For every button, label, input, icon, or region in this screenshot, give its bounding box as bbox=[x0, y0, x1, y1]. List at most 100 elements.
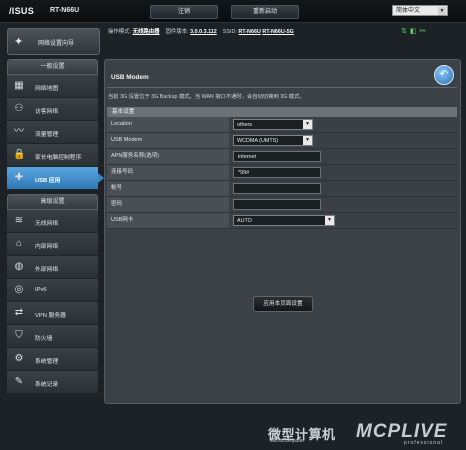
usb-modem-value: WCDMA (UMTS) bbox=[237, 138, 279, 144]
section-header: 基本设置 bbox=[107, 107, 457, 117]
log-icon: ✎ bbox=[14, 376, 24, 387]
ipv6-icon: ◎ bbox=[14, 284, 24, 295]
apn-input[interactable]: internet bbox=[233, 151, 321, 162]
table-row-apn: APN服务名称(选项) internet bbox=[107, 149, 457, 165]
table-row-usb-modem: USB Modem WCDMA (UMTS) ▼ bbox=[107, 133, 457, 149]
sidebar-item-label: 系统管理 bbox=[35, 359, 59, 365]
general-section-header: 一般设置 bbox=[7, 59, 98, 75]
usb-adapter-value: AUTO bbox=[237, 218, 252, 224]
sidebar-item-label: 流量管理 bbox=[35, 132, 59, 138]
sidebar-item-vpn[interactable]: ⇄ VPN 服务器 bbox=[7, 302, 98, 325]
chevron-down-icon: ▼ bbox=[303, 120, 312, 129]
table-row-password: 密码 bbox=[107, 197, 457, 213]
usb-modem-label: USB Modem bbox=[107, 133, 229, 148]
quick-setup-button[interactable]: ✦ 网络设置向导 bbox=[7, 28, 100, 55]
ssid-value-2[interactable]: RT-N66U-5G bbox=[262, 29, 293, 35]
lock-icon: 🔒 bbox=[13, 149, 26, 160]
location-label: Location bbox=[107, 117, 229, 132]
sidebar-item-administration[interactable]: ⚙ 系统管理 bbox=[7, 348, 98, 371]
home-icon: ⌂ bbox=[15, 238, 23, 249]
sidebar-item-lan[interactable]: ⌂ 内部网络 bbox=[7, 233, 98, 256]
dial-number-input[interactable]: *99# bbox=[233, 167, 321, 178]
usb-adapter-select[interactable]: AUTO ▼ bbox=[233, 215, 335, 226]
sidebar-item-label: 家长电脑控制程序 bbox=[35, 155, 82, 161]
traffic-icon: 〰 bbox=[14, 126, 24, 137]
dial-number-label: 连接号码 bbox=[107, 165, 229, 180]
language-select[interactable]: 简体中文 ▼ bbox=[392, 5, 448, 16]
network-status-icon[interactable]: ⇅ bbox=[401, 28, 410, 35]
vpn-icon: ⇄ bbox=[14, 307, 24, 318]
brand-logo: /ISUS bbox=[9, 6, 35, 16]
puzzle-icon: ✚ bbox=[14, 172, 24, 183]
status-icons: ⇅◧⚯ bbox=[401, 27, 428, 35]
password-input[interactable] bbox=[233, 199, 321, 210]
advanced-section-header: 高级设置 bbox=[7, 194, 98, 210]
back-button[interactable]: ↶ bbox=[434, 65, 454, 85]
apply-button[interactable]: 应用本页面设置 bbox=[253, 296, 313, 312]
location-value: others bbox=[237, 122, 252, 128]
table-row-location: Location others ▼ bbox=[107, 117, 457, 133]
usb-modem-select[interactable]: WCDMA (UMTS) ▼ bbox=[233, 135, 313, 146]
usb-status-icon[interactable]: ⚯ bbox=[420, 28, 429, 35]
firmware-value[interactable]: 3.0.0.3.112 bbox=[190, 29, 217, 35]
main-panel: USB Modem ↶ 当前 3G 设置位于 3G Backup 模式。当 WA… bbox=[104, 59, 461, 404]
watermark-professional: professional bbox=[404, 440, 443, 446]
ssid-label: SSID: bbox=[222, 29, 237, 35]
sidebar-item-parental-control[interactable]: 🔒 家长电脑控制程序 bbox=[7, 144, 98, 167]
divider bbox=[107, 87, 457, 88]
sidebar-item-label: IPv6 bbox=[35, 287, 47, 293]
page-description: 当前 3G 设置位于 3G Backup 模式。当 WAN 接口不通时，会自动切… bbox=[108, 94, 305, 100]
usb-adapter-label: USB网卡 bbox=[107, 213, 229, 228]
wand-icon: ✦ bbox=[14, 36, 24, 48]
sidebar-item-wan[interactable]: ◍ 外部网络 bbox=[7, 256, 98, 279]
chevron-down-icon: ▼ bbox=[303, 136, 312, 145]
table-row-dial-number: 连接号码 *99# bbox=[107, 165, 457, 181]
reboot-button[interactable]: 重新启动 bbox=[231, 5, 299, 19]
location-select[interactable]: others ▼ bbox=[233, 119, 313, 130]
wireless-icon: ≋ bbox=[14, 215, 24, 226]
mode-value[interactable]: 无线路由器 bbox=[133, 29, 160, 35]
shield-icon: ⛉ bbox=[15, 330, 23, 341]
language-value: 简体中文 bbox=[396, 8, 421, 14]
sidebar-item-label: 外部网络 bbox=[35, 267, 59, 273]
logout-button[interactable]: 注销 bbox=[150, 5, 218, 19]
sidebar-item-label: 防火墙 bbox=[35, 336, 53, 342]
network-map-icon: ▦ bbox=[14, 80, 24, 91]
password-label: 密码 bbox=[107, 197, 229, 212]
sidebar-item-label: VPN 服务器 bbox=[35, 313, 66, 319]
sidebar-item-guest-network[interactable]: ⚇ 访客网络 bbox=[7, 98, 98, 121]
account-label: 帐号 bbox=[107, 181, 229, 196]
chevron-down-icon: ▼ bbox=[325, 216, 334, 225]
sidebar-item-wireless[interactable]: ≋ 无线网络 bbox=[7, 210, 98, 233]
sidebar-item-usb-application[interactable]: ✚ USB 应用 bbox=[7, 167, 104, 190]
sidebar-item-label: 无线网络 bbox=[35, 221, 59, 227]
page-title: USB Modem bbox=[111, 74, 149, 81]
sidebar-item-label: 系统记录 bbox=[35, 382, 59, 388]
ssid-value-1[interactable]: RT-N66U bbox=[238, 29, 260, 35]
sidebar: 一般设置 ▦ 网络地图 ⚇ 访客网络 〰 流量管理 🔒 家长电脑控制程序 ✚ U… bbox=[7, 59, 104, 401]
sidebar-item-network-map[interactable]: ▦ 网络地图 bbox=[7, 75, 98, 98]
sidebar-item-traffic-manager[interactable]: 〰 流量管理 bbox=[7, 121, 98, 144]
chevron-down-icon: ▼ bbox=[438, 7, 446, 15]
client-status-icon[interactable]: ◧ bbox=[410, 28, 420, 35]
sidebar-item-system-log[interactable]: ✎ 系统记录 bbox=[7, 371, 98, 394]
sidebar-item-label: 访客网络 bbox=[35, 109, 59, 115]
settings-table: 基本设置 Location others ▼ USB Modem WCDMA (… bbox=[107, 107, 457, 229]
back-arrow-icon: ↶ bbox=[439, 69, 449, 80]
mode-label: 操作模式: bbox=[108, 29, 132, 35]
sidebar-item-label: USB 应用 bbox=[35, 178, 61, 184]
quick-setup-label: 网络设置向导 bbox=[38, 41, 75, 47]
firmware-label: 固件版本: bbox=[165, 29, 189, 35]
admin-icon: ⚙ bbox=[14, 353, 24, 364]
top-bar: /ISUS RT-N66U 注销 重新启动 简体中文 ▼ bbox=[0, 0, 466, 23]
apn-label: APN服务名称(选项) bbox=[107, 149, 229, 164]
sidebar-item-label: 内部网络 bbox=[35, 244, 59, 250]
table-row-account: 帐号 bbox=[107, 181, 457, 197]
watermark-sub: MicroComputer bbox=[270, 438, 305, 444]
sidebar-item-firewall[interactable]: ⛉ 防火墙 bbox=[7, 325, 98, 348]
table-row-usb-adapter: USB网卡 AUTO ▼ bbox=[107, 213, 457, 229]
globe-icon: ◍ bbox=[14, 261, 24, 272]
account-input[interactable] bbox=[233, 183, 321, 194]
sidebar-item-ipv6[interactable]: ◎ IPv6 bbox=[7, 279, 98, 302]
sidebar-item-label: 网络地图 bbox=[35, 86, 59, 92]
